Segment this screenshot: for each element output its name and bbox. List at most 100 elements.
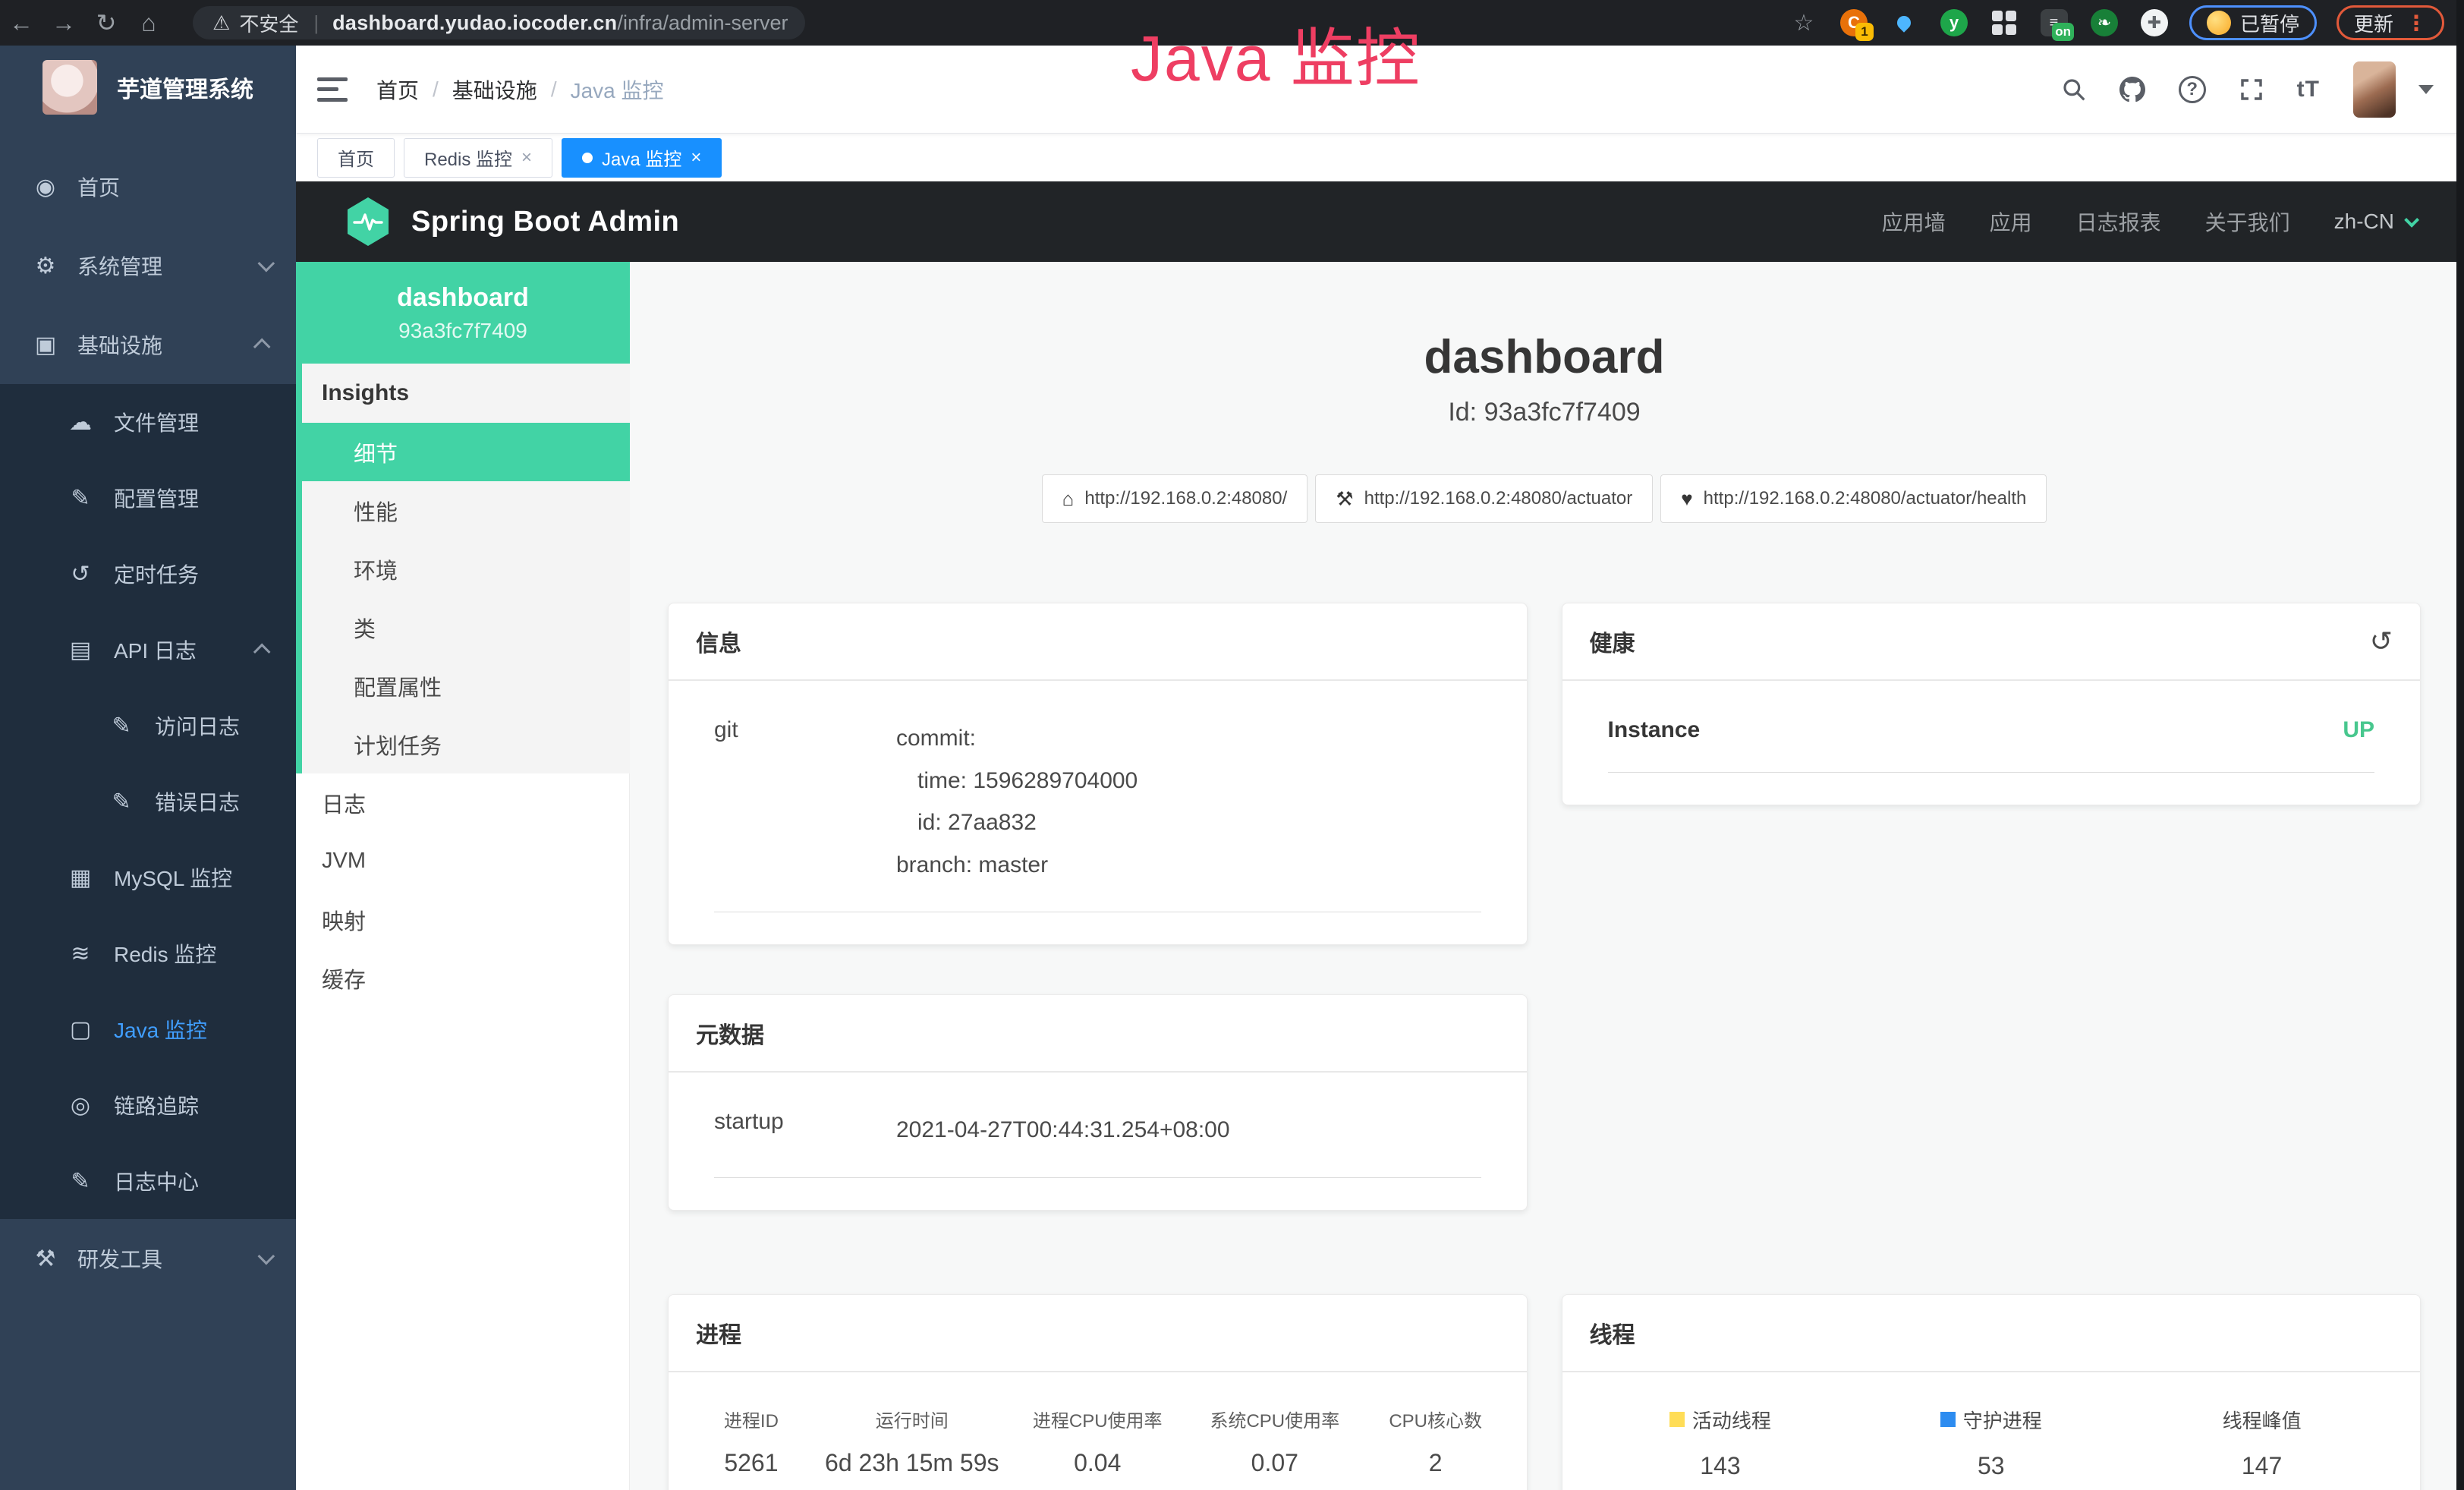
sidebar-item-java[interactable]: ▢ Java 监控: [0, 991, 296, 1067]
browser-update-button[interactable]: 更新 ⋮: [2337, 5, 2444, 40]
status-badge: UP: [2343, 717, 2374, 743]
sba-link-wall[interactable]: 应用墙: [1882, 206, 1946, 237]
user-avatar[interactable]: [2353, 61, 2396, 118]
extension-orange-icon[interactable]: C 1: [1839, 8, 1869, 38]
process-col-proc-cpu: 进程CPU使用率 0.04: [1007, 1406, 1188, 1477]
browser-menu-icon[interactable]: ⋮: [2406, 11, 2427, 36]
annotation-java-monitor: Java 监控: [1131, 8, 1421, 99]
browser-reload-icon[interactable]: ↻: [85, 8, 127, 37]
sba-link-journal[interactable]: 日志报表: [2076, 206, 2161, 237]
sidebar-item-access-log[interactable]: ✎ 访问日志: [0, 688, 296, 764]
fullscreen-icon[interactable]: [2239, 77, 2264, 102]
avatar-caret-icon[interactable]: [2418, 85, 2434, 94]
scrollbar-track[interactable]: [2456, 0, 2464, 1490]
process-table: 进程ID 5261 运行时间 6d 23h 15m 59s: [685, 1406, 1510, 1477]
active-dot-icon: [582, 153, 593, 163]
extension-green-y-icon[interactable]: y: [1939, 8, 1969, 38]
security-label: 不安全: [239, 9, 298, 37]
emoji-avatar-icon: [2207, 11, 2231, 35]
sba-logo-icon[interactable]: [345, 197, 392, 247]
pin-extension-icon[interactable]: [1889, 8, 1919, 38]
paused-label: 已暂停: [2240, 9, 2299, 37]
sidebar-item-dev-tools[interactable]: ⚒ 研发工具: [0, 1219, 296, 1298]
health-url-button[interactable]: ♥ http://192.168.0.2:48080/actuator/heal…: [1660, 474, 2047, 523]
sba-item-classes[interactable]: 类: [302, 598, 630, 657]
github-icon[interactable]: [2119, 77, 2145, 102]
breadcrumb: 首页 / 基础设施 / Java 监控: [376, 74, 664, 105]
grid-extension-icon[interactable]: [1989, 8, 2019, 38]
sba-item-configprops[interactable]: 配置属性: [302, 657, 630, 715]
search-icon[interactable]: [2062, 77, 2086, 102]
info-key: git: [714, 717, 896, 886]
puzzle-extension-icon[interactable]: ✚: [2139, 8, 2170, 38]
sidebar-item-log-center[interactable]: ✎ 日志中心: [0, 1143, 296, 1219]
app-logo: [42, 60, 97, 115]
history-icon[interactable]: ↺: [2370, 628, 2393, 655]
layers-icon: ≋: [64, 940, 97, 967]
sba-item-details[interactable]: 细节: [302, 423, 630, 481]
app-brand[interactable]: 芋道管理系统: [0, 46, 296, 129]
sba-link-applications[interactable]: 应用: [1990, 206, 2032, 237]
health-instance-row[interactable]: Instance UP: [1608, 717, 2375, 773]
sba-item-logs[interactable]: 日志: [296, 773, 630, 832]
chevron-down-icon: [2404, 213, 2419, 228]
sba-link-about[interactable]: 关于我们: [2205, 206, 2290, 237]
legend-daemon-threads: 守护进程 53: [1855, 1406, 2126, 1480]
tools-icon: ⚒: [29, 1246, 62, 1272]
eye-icon: ◎: [64, 1092, 97, 1119]
sidebar-item-system[interactable]: ⚙ 系统管理: [0, 226, 296, 305]
browser-back-icon[interactable]: ←: [0, 9, 42, 37]
metadata-key: startup: [714, 1109, 896, 1151]
breadcrumb-infra[interactable]: 基础设施: [452, 74, 537, 105]
collapse-menu-icon[interactable]: [317, 77, 348, 102]
sba-item-caches[interactable]: 缓存: [296, 949, 630, 1007]
security-warning-icon[interactable]: ⚠: [212, 11, 230, 35]
sidebar-item-api-log[interactable]: ▤ API 日志: [0, 612, 296, 688]
wrench-icon: ⚒: [1336, 487, 1353, 511]
address-bar[interactable]: ⚠ 不安全 | dashboard.yudao.iocoder.cn/infra…: [193, 6, 805, 39]
switch-extension-icon[interactable]: ≡ on: [2039, 8, 2069, 38]
sba-nav-links: 应用墙 应用 日志报表 关于我们 zh-CN: [1882, 206, 2415, 237]
leaf-extension-icon[interactable]: ❧: [2089, 8, 2119, 38]
sba-brand-title[interactable]: Spring Boot Admin: [411, 206, 679, 238]
extension-badge: 1: [1855, 23, 1874, 41]
health-card: 健康 ↺ Instance UP: [1562, 603, 2422, 805]
instance-header[interactable]: dashboard 93a3fc7f7409: [296, 262, 630, 364]
sba-item-mappings[interactable]: 映射: [296, 890, 630, 949]
sidebar-item-home[interactable]: ◉ 首页: [0, 147, 296, 226]
close-icon[interactable]: ×: [521, 147, 532, 169]
threads-legend: 活动线程 143 守护进程: [1585, 1406, 2398, 1480]
tab-redis[interactable]: Redis 监控 ×: [404, 138, 552, 178]
bookmark-star-icon[interactable]: ☆: [1789, 8, 1819, 38]
tab-home[interactable]: 首页: [317, 138, 395, 178]
sba-item-jvm[interactable]: JVM: [296, 832, 630, 890]
font-size-icon[interactable]: tT: [2297, 77, 2320, 102]
sidebar-item-trace[interactable]: ◎ 链路追踪: [0, 1067, 296, 1143]
tab-java-active[interactable]: Java 监控 ×: [562, 138, 722, 178]
browser-forward-icon[interactable]: →: [42, 9, 85, 37]
health-card-header: 健康 ↺: [1562, 603, 2421, 681]
sidebar-item-mysql[interactable]: ▦ MySQL 监控: [0, 840, 296, 915]
actuator-url-button[interactable]: ⚒ http://192.168.0.2:48080/actuator: [1315, 474, 1653, 523]
locale-selector[interactable]: zh-CN: [2334, 209, 2415, 234]
close-icon[interactable]: ×: [691, 147, 701, 169]
sidebar-item-file[interactable]: ☁ 文件管理: [0, 384, 296, 460]
chevron-down-icon: [258, 1248, 275, 1265]
sidebar-item-redis[interactable]: ≋ Redis 监控: [0, 915, 296, 991]
sidebar-item-job[interactable]: ↺ 定时任务: [0, 536, 296, 612]
document-icon: ✎: [105, 713, 138, 739]
sba-item-environment[interactable]: 环境: [302, 540, 630, 598]
sidebar-item-error-log[interactable]: ✎ 错误日志: [0, 764, 296, 840]
breadcrumb-home[interactable]: 首页: [376, 74, 419, 105]
process-card-header: 进程: [669, 1295, 1527, 1372]
sba-item-metrics[interactable]: 性能: [302, 481, 630, 540]
browser-home-icon[interactable]: ⌂: [127, 9, 170, 37]
database-icon: ▦: [64, 865, 97, 891]
service-url-button[interactable]: ⌂ http://192.168.0.2:48080/: [1042, 474, 1308, 523]
profile-paused-chip[interactable]: 已暂停: [2189, 5, 2317, 40]
sidebar-item-infra[interactable]: ▣ 基础设施: [0, 305, 296, 384]
sba-item-scheduled-tasks[interactable]: 计划任务: [302, 715, 630, 773]
help-icon[interactable]: ?: [2179, 76, 2206, 103]
spring-boot-admin: Spring Boot Admin 应用墙 应用 日志报表 关于我们 zh-CN: [296, 181, 2464, 1490]
sidebar-item-config[interactable]: ✎ 配置管理: [0, 460, 296, 536]
